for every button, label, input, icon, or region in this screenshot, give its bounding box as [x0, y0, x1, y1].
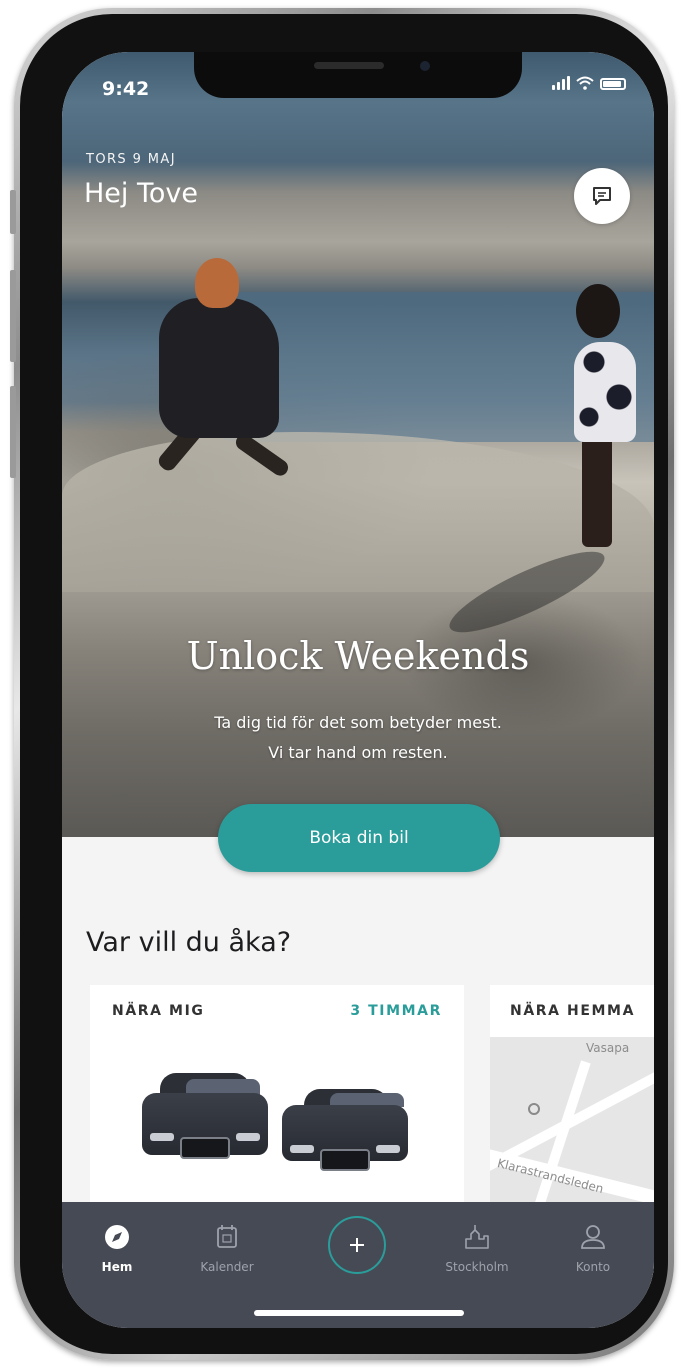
plus-icon: [350, 1238, 364, 1252]
destinations-section: Var vill du åka? NÄRA MIG 3 TIMMAR NÄRA …: [62, 837, 654, 1285]
speaker: [314, 62, 384, 69]
wifi-icon: [576, 76, 594, 90]
battery-icon: [600, 78, 626, 90]
card-header: NÄRA HEMMA: [510, 1003, 636, 1019]
volume-down-button: [10, 386, 16, 478]
card-duration: 3 TIMMAR: [350, 1003, 442, 1019]
map-pin-icon: [528, 1103, 540, 1115]
city-icon: [465, 1225, 489, 1249]
tab-calendar-label: Kalender: [200, 1260, 254, 1274]
tab-home-label: Hem: [101, 1260, 133, 1274]
app-screen: 9:42 TORS 9 MAJ Hej Tove Unlock Weekends…: [62, 52, 654, 1328]
front-camera: [420, 61, 430, 71]
tab-home[interactable]: Hem: [62, 1222, 172, 1274]
signal-icon: [552, 76, 570, 90]
book-car-button[interactable]: Boka din bil: [218, 804, 500, 872]
hero-headline: Unlock Weekends: [186, 634, 530, 678]
person-icon: [581, 1225, 605, 1249]
tab-stockholm[interactable]: Stockholm: [422, 1222, 532, 1274]
chat-button[interactable]: [574, 168, 630, 224]
hero-subline-line-1: Ta dig tid för det som betyder mest.: [214, 713, 502, 732]
photo-child-2-jacket: [574, 342, 636, 442]
hero-subline-line-2: Vi tar hand om resten.: [268, 743, 448, 762]
home-indicator[interactable]: [254, 1310, 464, 1316]
photo-child-2-legs: [582, 437, 612, 547]
volume-up-button: [10, 270, 16, 362]
tab-account[interactable]: Konto: [538, 1222, 648, 1274]
tab-account-label: Konto: [575, 1260, 611, 1274]
photo-child-1-coat: [159, 298, 279, 438]
section-title: Var vill du åka?: [86, 927, 292, 958]
status-time: 9:42: [102, 78, 150, 100]
add-booking-button[interactable]: [328, 1216, 386, 1274]
date-label: TORS 9 MAJ: [86, 152, 176, 167]
compass-icon: [105, 1225, 129, 1249]
photo-child-1-hat: [195, 258, 239, 308]
tab-stockholm-label: Stockholm: [445, 1260, 509, 1274]
chat-icon: [593, 187, 611, 205]
card-header: NÄRA MIG: [112, 1003, 205, 1019]
photo-child-2-head: [576, 284, 620, 338]
tab-calendar[interactable]: Kalender: [172, 1222, 282, 1274]
map-label-street: Vasapa: [586, 1041, 630, 1055]
calendar-icon: [217, 1225, 237, 1248]
notch: [194, 52, 522, 98]
greeting: Hej Tove: [84, 178, 199, 209]
status-icons: [552, 76, 626, 90]
mute-switch: [10, 190, 16, 234]
hero-subline: Ta dig tid för det som betyder mest. Vi …: [62, 708, 654, 768]
